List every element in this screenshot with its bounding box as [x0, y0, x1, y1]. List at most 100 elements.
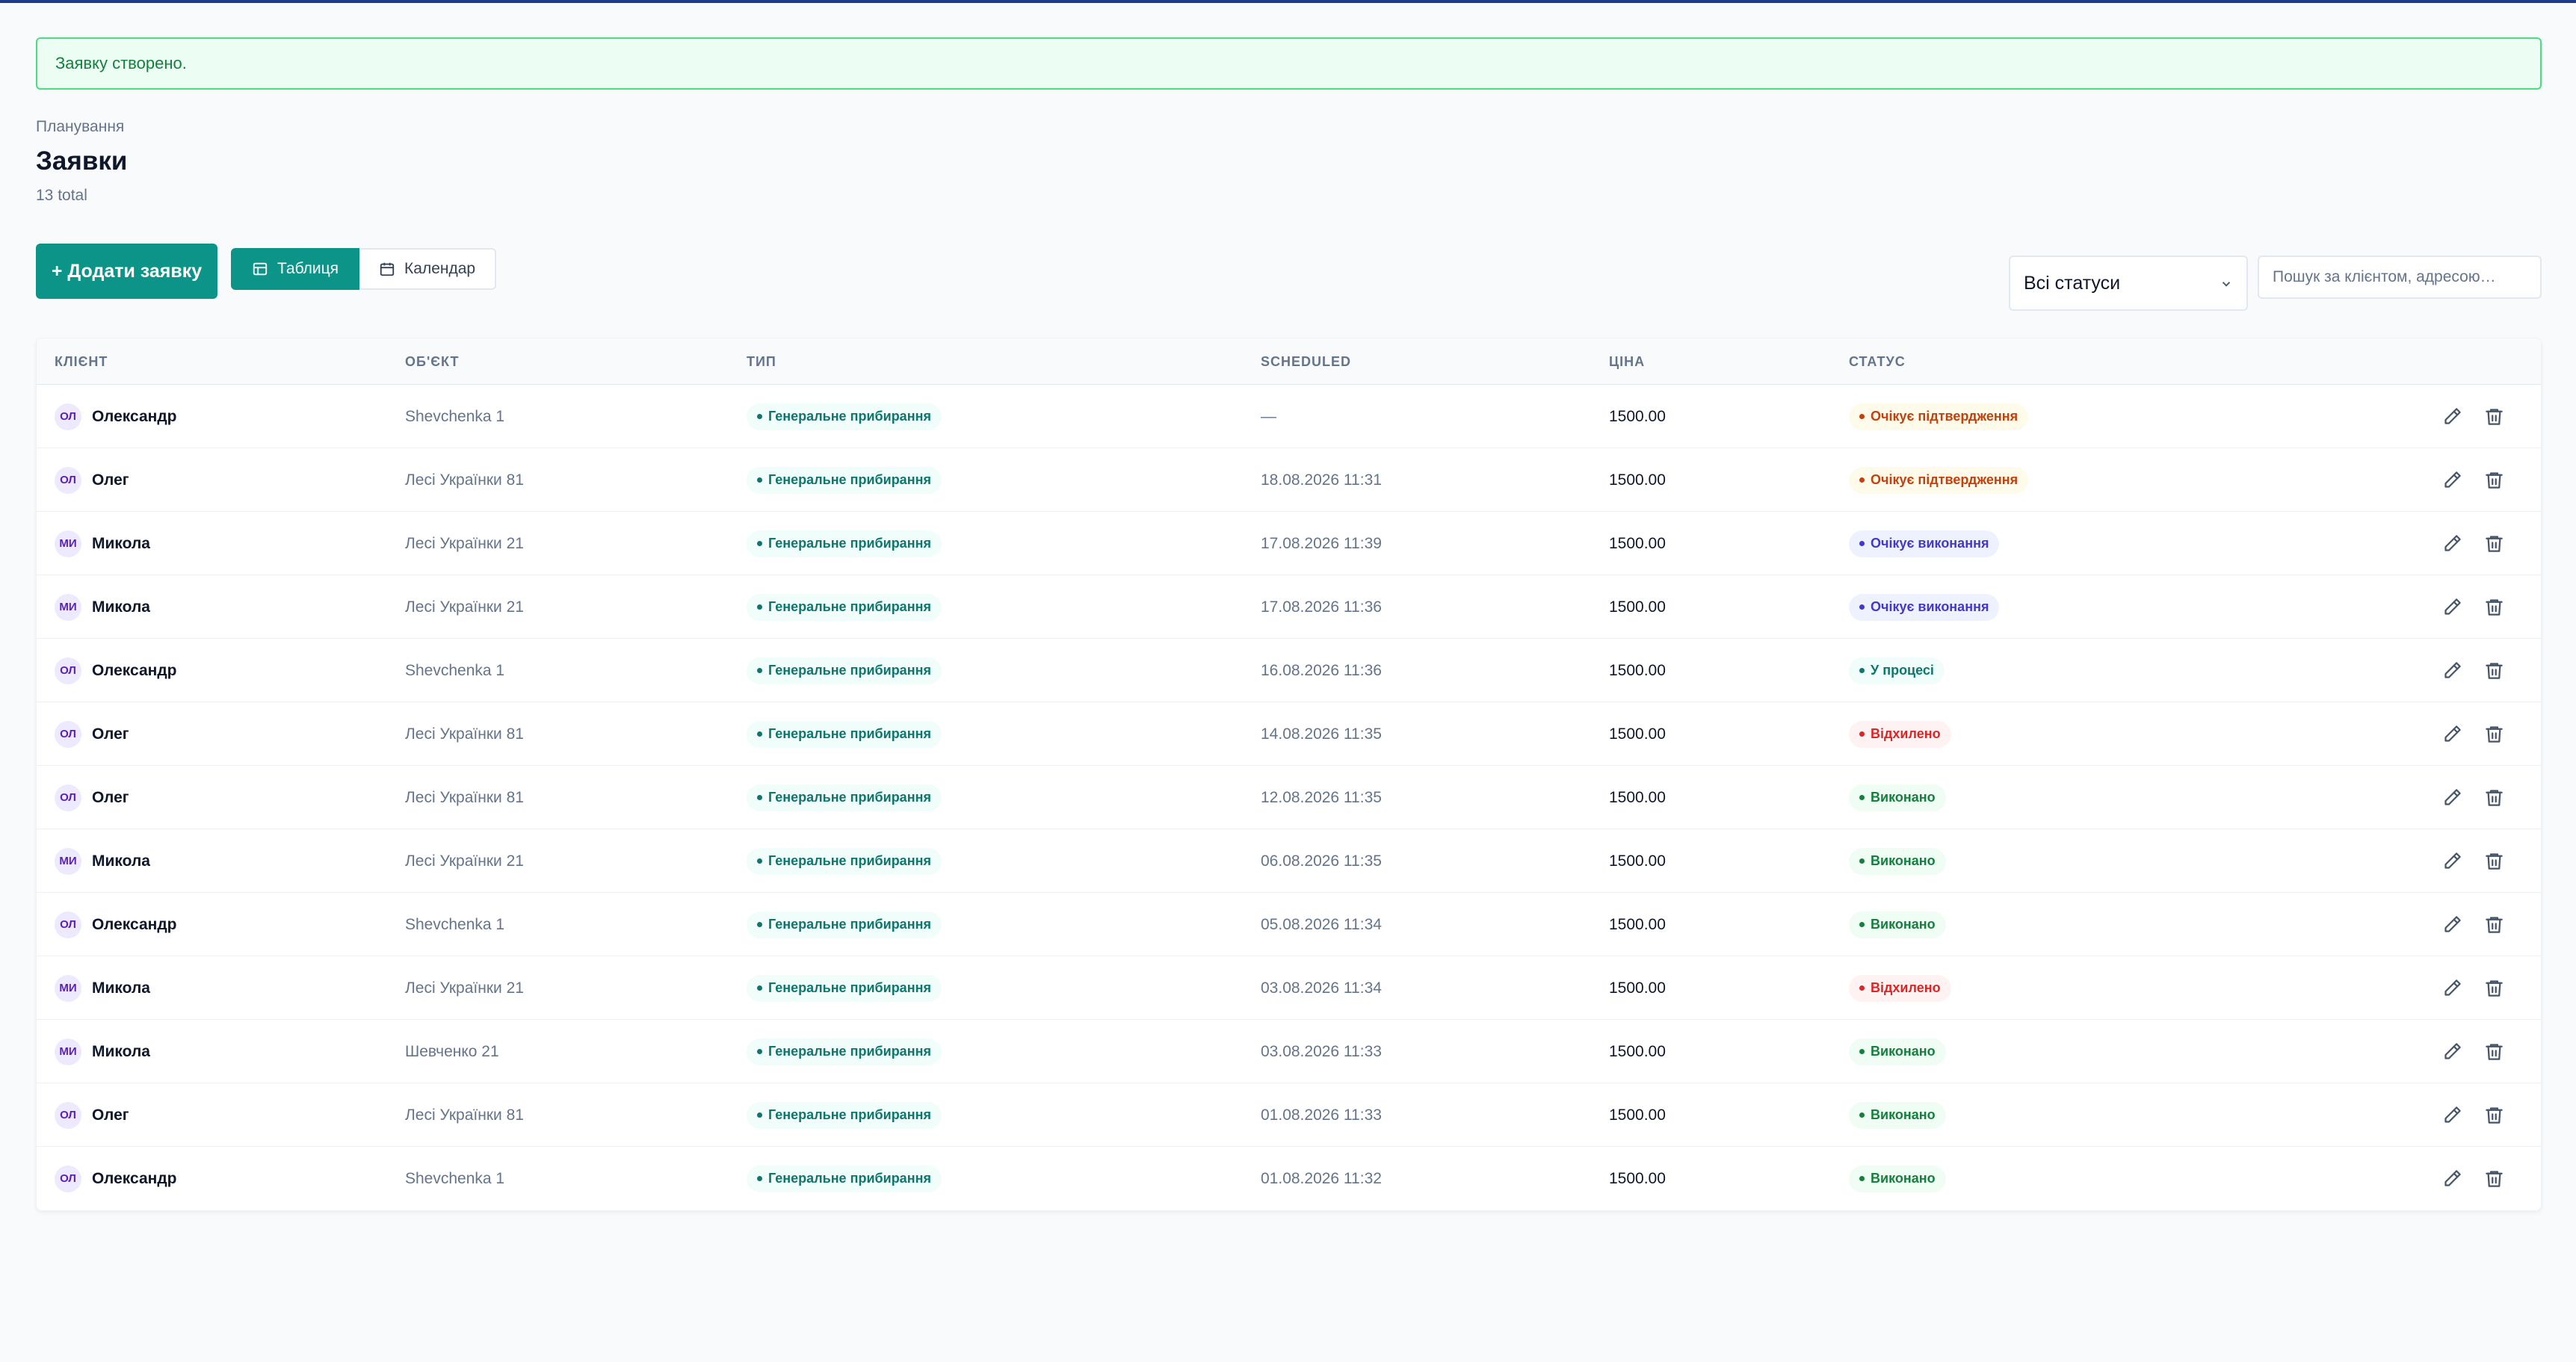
scheduled-cell: 01.08.2026 11:33: [1261, 1106, 1382, 1124]
edit-button[interactable]: [2441, 533, 2463, 555]
type-label: Генеральне прибирання: [768, 409, 931, 424]
avatar: ОЛ: [55, 784, 81, 811]
status-cell: У процесі: [1849, 639, 1945, 702]
status-badge: Виконано: [1849, 784, 1946, 811]
edit-button[interactable]: [2441, 787, 2463, 809]
table-row[interactable]: ОЛ Олег Лесі Українки 81 Генеральне приб…: [37, 702, 2541, 766]
table-row[interactable]: МИ Микола Лесі Українки 21 Генеральне пр…: [37, 575, 2541, 639]
table-row[interactable]: ОЛ Олег Лесі Українки 81 Генеральне приб…: [37, 1083, 2541, 1147]
status-label: Виконано: [1871, 1044, 1936, 1059]
status-filter-select[interactable]: Всі статуси: [2009, 256, 2248, 311]
status-badge: Відхилено: [1849, 974, 1951, 1002]
view-calendar-label: Календар: [404, 260, 476, 277]
type-cell: Генеральне прибирання: [747, 639, 942, 702]
breadcrumb[interactable]: Планування: [36, 118, 2542, 136]
delete-button[interactable]: [2483, 787, 2505, 809]
success-alert: Заявку створено.: [36, 37, 2542, 90]
table-row[interactable]: ОЛ Олександр Shevchenka 1 Генеральне при…: [37, 893, 2541, 956]
table-row[interactable]: МИ Микола Шевченко 21 Генеральне прибира…: [37, 1020, 2541, 1083]
edit-button[interactable]: [2441, 1168, 2463, 1190]
delete-button[interactable]: [2483, 723, 2505, 746]
type-badge: Генеральне прибирання: [747, 1038, 942, 1065]
object-cell: Shevchenka 1: [405, 915, 505, 933]
toolbar: + Додати заявку Таблиця Календар Всі ста…: [36, 244, 2542, 311]
price-cell: 1500.00: [1609, 1042, 1666, 1060]
status-dot-icon: [1859, 922, 1865, 927]
table-row[interactable]: ОЛ Олександр Shevchenka 1 Генеральне при…: [37, 385, 2541, 448]
alert-text: Заявку створено.: [55, 54, 187, 72]
table-row[interactable]: ОЛ Олександр Shevchenka 1 Генеральне при…: [37, 1147, 2541, 1210]
type-dot-icon: [757, 985, 762, 991]
column-header-price[interactable]: ЦІНА: [1609, 354, 1645, 370]
edit-button[interactable]: [2441, 406, 2463, 428]
edit-button[interactable]: [2441, 914, 2463, 936]
delete-button[interactable]: [2483, 1168, 2505, 1190]
delete-button[interactable]: [2483, 469, 2505, 492]
table-row[interactable]: ОЛ Олег Лесі Українки 81 Генеральне приб…: [37, 448, 2541, 512]
scheduled-cell: 03.08.2026 11:34: [1261, 979, 1382, 997]
table-row[interactable]: ОЛ Олександр Shevchenka 1 Генеральне при…: [37, 639, 2541, 702]
status-cell: Виконано: [1849, 1020, 1946, 1083]
column-header-scheduled[interactable]: SCHEDULED: [1261, 354, 1351, 370]
avatar: МИ: [55, 847, 81, 875]
client-name: Олег: [92, 471, 129, 489]
edit-button[interactable]: [2441, 850, 2463, 873]
calendar-icon: [380, 262, 395, 276]
type-label: Генеральне прибирання: [768, 536, 931, 551]
edit-button[interactable]: [2441, 596, 2463, 619]
status-label: Виконано: [1871, 917, 1936, 932]
client-cell: ОЛ Олександр: [55, 639, 177, 702]
row-actions: [2441, 575, 2505, 639]
edit-button[interactable]: [2441, 723, 2463, 746]
type-badge: Генеральне прибирання: [747, 593, 942, 621]
view-calendar-button[interactable]: Календар: [359, 248, 497, 290]
search-input[interactable]: [2258, 256, 2542, 299]
price-cell: 1500.00: [1609, 788, 1666, 806]
column-header-type[interactable]: ТИП: [747, 354, 776, 370]
delete-button[interactable]: [2483, 596, 2505, 619]
table-row[interactable]: МИ Микола Лесі Українки 21 Генеральне пр…: [37, 956, 2541, 1020]
object-cell: Лесі Українки 21: [405, 534, 524, 552]
scheduled-cell: 03.08.2026 11:33: [1261, 1042, 1382, 1060]
status-dot-icon: [1859, 668, 1865, 673]
add-request-button[interactable]: + Додати заявку: [36, 244, 217, 299]
table-row[interactable]: ОЛ Олег Лесі Українки 81 Генеральне приб…: [37, 766, 2541, 829]
status-dot-icon: [1859, 414, 1865, 419]
delete-button[interactable]: [2483, 1104, 2505, 1127]
table-row[interactable]: МИ Микола Лесі Українки 21 Генеральне пр…: [37, 512, 2541, 575]
status-dot-icon: [1859, 985, 1865, 991]
view-table-button[interactable]: Таблиця: [231, 248, 360, 290]
delete-button[interactable]: [2483, 914, 2505, 936]
status-label: Очікує виконання: [1871, 536, 1989, 551]
delete-button[interactable]: [2483, 533, 2505, 555]
type-dot-icon: [757, 477, 762, 483]
delete-button[interactable]: [2483, 660, 2505, 682]
edit-button[interactable]: [2441, 1041, 2463, 1063]
delete-button[interactable]: [2483, 977, 2505, 1000]
client-cell: ОЛ Олег: [55, 766, 129, 829]
delete-button[interactable]: [2483, 406, 2505, 428]
column-header-object[interactable]: ОБ'ЄКТ: [405, 354, 459, 370]
table-row[interactable]: МИ Микола Лесі Українки 21 Генеральне пр…: [37, 829, 2541, 893]
total-count: 13 total: [36, 187, 87, 204]
status-dot-icon: [1859, 858, 1865, 864]
edit-button[interactable]: [2441, 1104, 2463, 1127]
trash-icon: [2485, 853, 2503, 870]
edit-button[interactable]: [2441, 660, 2463, 682]
type-badge: Генеральне прибирання: [747, 911, 942, 938]
type-label: Генеральне прибирання: [768, 917, 931, 932]
avatar: ОЛ: [55, 1165, 81, 1192]
pencil-icon: [2444, 598, 2461, 615]
client-name: Микола: [92, 598, 150, 616]
table-header: КЛІЄНТ ОБ'ЄКТ ТИП SCHEDULED ЦІНА СТАТУС: [37, 338, 2541, 385]
delete-button[interactable]: [2483, 1041, 2505, 1063]
pencil-icon: [2444, 1043, 2461, 1059]
edit-button[interactable]: [2441, 977, 2463, 1000]
delete-button[interactable]: [2483, 850, 2505, 873]
type-cell: Генеральне прибирання: [747, 512, 942, 575]
edit-button[interactable]: [2441, 469, 2463, 492]
status-badge: Виконано: [1849, 911, 1946, 938]
scheduled-cell: 01.08.2026 11:32: [1261, 1169, 1382, 1187]
column-header-client[interactable]: КЛІЄНТ: [55, 354, 108, 370]
column-header-status[interactable]: СТАТУС: [1849, 354, 1906, 370]
